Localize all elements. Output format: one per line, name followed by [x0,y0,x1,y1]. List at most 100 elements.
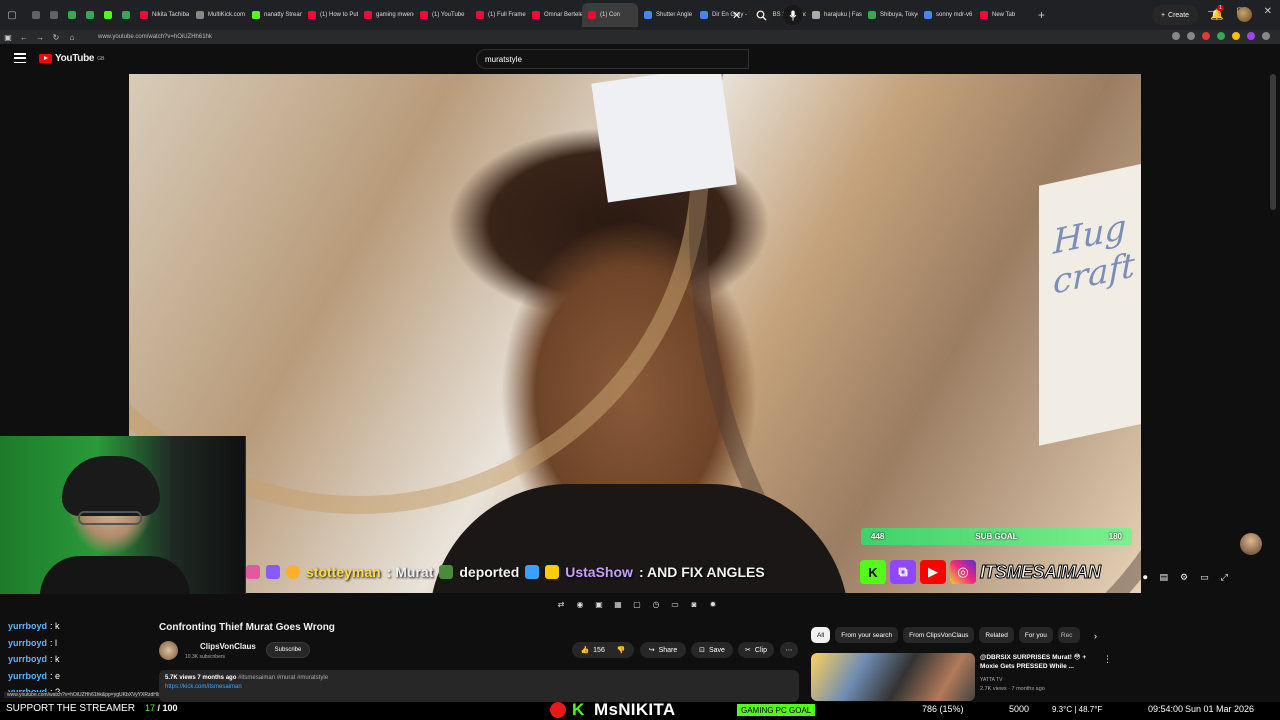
chip-for-you[interactable]: For you [1018,627,1053,643]
browser-tab[interactable]: (1) How to Put [302,3,358,27]
goal-target: 5000 [1009,704,1030,714]
support-count: 17 [145,703,156,713]
autoplay-toggle-icon[interactable]: ⏺ [1143,572,1148,583]
create-button[interactable]: + Create [1152,5,1198,25]
more-actions-button[interactable]: ⋯ [780,642,798,658]
extension-icon[interactable] [1172,32,1180,40]
browser-tab[interactable]: (1) Con [582,3,638,27]
voice-search-button[interactable] [783,5,803,25]
browser-tab[interactable]: harajuku | Fash [806,3,862,27]
channel-name[interactable]: ClipsVonClaus [200,642,256,651]
browser-tab[interactable]: (1) YouTube [414,3,470,27]
forward-icon[interactable]: → [32,33,48,42]
chip-from-your-search[interactable]: From your search [835,627,899,643]
recommendation-thumbnail[interactable] [811,653,975,701]
video-player[interactable]: Hug craft [129,74,1141,593]
scissors-icon: ✂ [745,647,751,654]
extension-icon[interactable] [1232,32,1240,40]
clip-button[interactable]: ✂ Clip [738,642,774,658]
menu-icon[interactable] [14,53,26,63]
tab-favicon-icon [868,11,876,19]
save-button[interactable]: ⊡ Save [691,642,733,658]
new-tab-button[interactable]: + [1038,8,1045,22]
chip-recent[interactable]: Rec [1057,627,1080,643]
chip-related[interactable]: Related [979,627,1014,643]
tab-search-icon[interactable]: ▢ [2,5,22,25]
social-links: K ⧉ ▶ ◎ ITSMESAIMAN [860,558,1141,586]
back-icon[interactable]: ← [16,33,32,42]
browser-tab[interactable]: Omnar Bertele [526,3,582,27]
browser-tab[interactable] [26,3,44,27]
chip-all[interactable]: All [811,627,831,643]
share-label: Share [658,646,678,654]
browser-tab[interactable]: nanatty Stream [246,3,302,27]
search-input[interactable]: muratstyle [476,49,749,69]
share-button[interactable]: ↪ Share [640,642,686,658]
ticker-user-2: UstaShow [565,564,633,580]
tab-favicon-icon [420,11,428,19]
chevron-right-icon[interactable]: › [1094,631,1097,641]
film-icon[interactable]: ▦ [612,598,624,610]
miniplayer-icon[interactable]: ▭ [1200,572,1209,583]
ticker-message-2: : AND FIX ANGLES [638,564,765,580]
browser-tab[interactable]: New Tab [974,3,1030,27]
home-icon[interactable]: ⌂ [64,33,80,42]
menu-dots-icon[interactable] [1262,32,1270,40]
browser-tab[interactable]: gaming mwenc [358,3,414,27]
chat-overlay: yurrboyd: k yurrboyd: l yurrboyd: k yurr… [0,618,150,702]
browser-tab[interactable]: Shutter Angle [638,3,694,27]
youtube-logo[interactable]: YouTube GB [39,53,104,64]
extension-icon[interactable] [1202,32,1210,40]
dislike-icon[interactable]: 👎 [617,646,626,654]
url-field[interactable]: www.youtube.com/watch?v=hOiUZHh61hk [98,34,212,40]
browser-tab[interactable] [62,3,80,27]
clear-search-icon[interactable]: ✕ [732,9,741,22]
chip-from-channel[interactable]: From ClipsVonClaus [903,627,975,643]
reload-icon[interactable]: ↻ [48,33,64,42]
browser-tab[interactable] [44,3,62,27]
account-avatar[interactable] [1237,7,1252,22]
browser-tab[interactable] [98,3,116,27]
fullscreen-icon[interactable]: ⤢ [1221,572,1228,583]
loop-icon[interactable]: ⇄ [555,598,567,610]
speed-icon[interactable]: ◷ [650,598,662,610]
crop-icon[interactable]: ▢ [631,598,643,610]
extension-icon[interactable] [1247,32,1255,40]
browser-tab[interactable] [80,3,98,27]
subtitles-icon[interactable]: ▤ [1160,572,1169,583]
ticker-message-1b: deported [459,564,520,580]
extension-icon[interactable] [1217,32,1225,40]
sub-goal-label: SUB GOAL [975,532,1018,541]
settings-icon[interactable]: ⚙ [1180,572,1188,583]
screenshot-icon[interactable]: ◙ [688,598,700,610]
browser-tab[interactable]: MultiKick.com [190,3,246,27]
screen-icon[interactable]: ▣ [593,598,605,610]
subscribe-button[interactable]: Subscribe [266,642,310,658]
hashtags[interactable]: #itsmesaiman #murat #muratstyle [238,675,328,681]
browser-tab[interactable]: sonny mdr-v6 [918,3,974,27]
crown-icon [545,565,560,579]
browser-tab[interactable]: (1) Full Frame [470,3,526,27]
more-vert-icon[interactable]: ⋮ [1103,654,1112,665]
youtube-play-icon [39,54,52,63]
browser-tab[interactable]: Shibuya, Tokyo [862,3,918,27]
browser-tab[interactable]: Nikita Tachiba [134,3,190,27]
sidebar-icon[interactable]: ▣ [0,33,16,42]
browser-tab[interactable]: Dir En Grey - V [694,3,750,27]
webcam-glasses [78,511,142,525]
search-button[interactable] [749,5,773,25]
channel-avatar[interactable] [159,641,178,660]
recommendation-channel[interactable]: YATTA TV [980,677,1002,683]
tab-favicon-icon [700,11,708,19]
close-icon[interactable]: ✕ [1264,6,1272,17]
like-button[interactable]: 👍 156 👎 [572,642,634,658]
gear-icon[interactable]: ✹ [707,598,719,610]
save-label: Save [708,646,725,654]
extension-icon[interactable] [1187,32,1195,40]
audio-icon[interactable]: ◉ [574,598,586,610]
browser-tab[interactable] [116,3,134,27]
recommendation-title[interactable]: @DBRSIX SURPRISES Murat! 😳 + Moxie Gets … [980,654,1095,671]
page-scrollbar[interactable] [1270,74,1276,210]
description-link[interactable]: https://kick.com/itsmesaiman [165,684,242,690]
pip-icon[interactable]: ▭ [669,598,681,610]
